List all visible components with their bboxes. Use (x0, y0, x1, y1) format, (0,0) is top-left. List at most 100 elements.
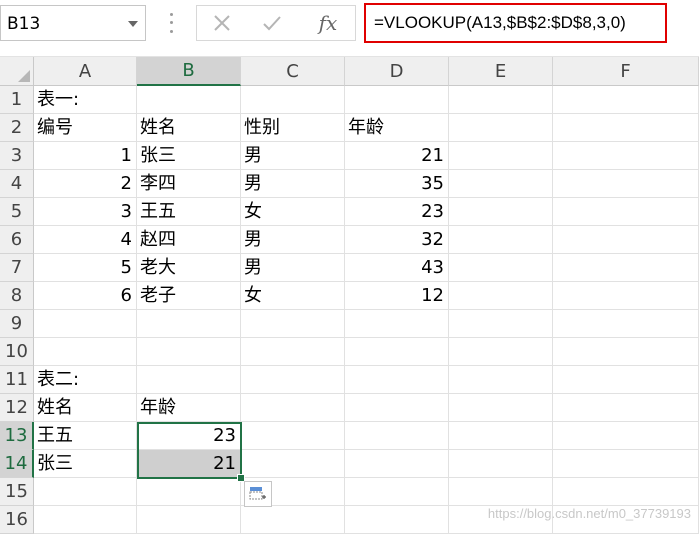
cell-d13[interactable] (345, 422, 449, 450)
cell-e1[interactable] (449, 86, 553, 114)
cell-e15[interactable] (449, 478, 553, 506)
cell-b7[interactable]: 老大 (137, 254, 241, 282)
cell-a9[interactable] (34, 310, 137, 338)
cell-f2[interactable] (553, 114, 699, 142)
row-header-4[interactable]: 4 (0, 170, 34, 198)
cell-f1[interactable] (553, 86, 699, 114)
row-header-11[interactable]: 11 (0, 366, 34, 394)
cell-e14[interactable] (449, 450, 553, 478)
cell-e10[interactable] (449, 338, 553, 366)
cell-a3[interactable]: 1 (34, 142, 137, 170)
row-header-8[interactable]: 8 (0, 282, 34, 310)
cell-b9[interactable] (137, 310, 241, 338)
cell-c6[interactable]: 男 (241, 226, 345, 254)
cell-e6[interactable] (449, 226, 553, 254)
row-header-6[interactable]: 6 (0, 226, 34, 254)
cell-b13[interactable]: 23 (137, 422, 241, 450)
cell-b12[interactable]: 年龄 (137, 394, 241, 422)
cell-e11[interactable] (449, 366, 553, 394)
cell-d3[interactable]: 21 (345, 142, 449, 170)
cell-b14[interactable]: 21 (137, 450, 241, 478)
row-header-16[interactable]: 16 (0, 506, 34, 534)
column-header-d[interactable]: D (345, 57, 449, 86)
row-header-12[interactable]: 12 (0, 394, 34, 422)
cell-c2[interactable]: 性别 (241, 114, 345, 142)
cell-f6[interactable] (553, 226, 699, 254)
cell-a16[interactable] (34, 506, 137, 534)
name-box-value[interactable]: B13 (7, 14, 40, 34)
cell-b11[interactable] (137, 366, 241, 394)
column-header-f[interactable]: F (553, 57, 699, 86)
cell-f14[interactable] (553, 450, 699, 478)
row-header-10[interactable]: 10 (0, 338, 34, 366)
cell-e7[interactable] (449, 254, 553, 282)
cell-b2[interactable]: 姓名 (137, 114, 241, 142)
cell-e3[interactable] (449, 142, 553, 170)
row-header-1[interactable]: 1 (0, 86, 34, 114)
cell-f8[interactable] (553, 282, 699, 310)
cell-a7[interactable]: 5 (34, 254, 137, 282)
cell-e4[interactable] (449, 170, 553, 198)
cell-c13[interactable] (241, 422, 345, 450)
cell-f3[interactable] (553, 142, 699, 170)
cell-c7[interactable]: 男 (241, 254, 345, 282)
cell-b15[interactable] (137, 478, 241, 506)
cell-c3[interactable]: 男 (241, 142, 345, 170)
cell-a6[interactable]: 4 (34, 226, 137, 254)
cell-c10[interactable] (241, 338, 345, 366)
row-header-5[interactable]: 5 (0, 198, 34, 226)
cell-b1[interactable] (137, 86, 241, 114)
column-header-e[interactable]: E (449, 57, 553, 86)
cell-b8[interactable]: 老子 (137, 282, 241, 310)
cell-a13[interactable]: 王五 (34, 422, 137, 450)
cell-c8[interactable]: 女 (241, 282, 345, 310)
row-header-2[interactable]: 2 (0, 114, 34, 142)
cell-d5[interactable]: 23 (345, 198, 449, 226)
cell-f9[interactable] (553, 310, 699, 338)
cell-d6[interactable]: 32 (345, 226, 449, 254)
cancel-x-icon[interactable] (207, 9, 237, 37)
cell-e12[interactable] (449, 394, 553, 422)
cell-b4[interactable]: 李四 (137, 170, 241, 198)
cell-d2[interactable]: 年龄 (345, 114, 449, 142)
row-header-13[interactable]: 13 (0, 422, 34, 450)
cell-a11[interactable]: 表二: (34, 366, 137, 394)
cell-d8[interactable]: 12 (345, 282, 449, 310)
cell-c16[interactable] (241, 506, 345, 534)
cell-c11[interactable] (241, 366, 345, 394)
cell-d15[interactable] (345, 478, 449, 506)
column-header-a[interactable]: A (34, 57, 137, 86)
cell-e9[interactable] (449, 310, 553, 338)
cell-c4[interactable]: 男 (241, 170, 345, 198)
cell-c1[interactable] (241, 86, 345, 114)
cell-d11[interactable] (345, 366, 449, 394)
check-icon[interactable] (257, 9, 287, 37)
cell-e2[interactable] (449, 114, 553, 142)
column-header-b[interactable]: B (137, 57, 241, 86)
formula-text[interactable]: =VLOOKUP(A13,$B$2:$D$8,3,0) (374, 13, 626, 33)
cell-c5[interactable]: 女 (241, 198, 345, 226)
select-all-button[interactable] (0, 57, 34, 86)
insert-function-button[interactable]: fx (313, 9, 343, 37)
cell-f15[interactable] (553, 478, 699, 506)
cell-a10[interactable] (34, 338, 137, 366)
cell-f10[interactable] (553, 338, 699, 366)
name-box[interactable]: B13 (0, 5, 146, 41)
cell-b6[interactable]: 赵四 (137, 226, 241, 254)
formula-input[interactable]: =VLOOKUP(A13,$B$2:$D$8,3,0) (364, 3, 667, 43)
cell-d9[interactable] (345, 310, 449, 338)
cell-b10[interactable] (137, 338, 241, 366)
cell-c14[interactable] (241, 450, 345, 478)
chevron-down-icon[interactable] (123, 17, 143, 31)
drag-handle-icon[interactable] (166, 10, 176, 36)
row-header-7[interactable]: 7 (0, 254, 34, 282)
cell-d1[interactable] (345, 86, 449, 114)
cell-a5[interactable]: 3 (34, 198, 137, 226)
cell-d12[interactable] (345, 394, 449, 422)
cell-a4[interactable]: 2 (34, 170, 137, 198)
cell-e8[interactable] (449, 282, 553, 310)
cell-f13[interactable] (553, 422, 699, 450)
row-header-9[interactable]: 9 (0, 310, 34, 338)
cell-b3[interactable]: 张三 (137, 142, 241, 170)
row-header-14[interactable]: 14 (0, 450, 34, 478)
